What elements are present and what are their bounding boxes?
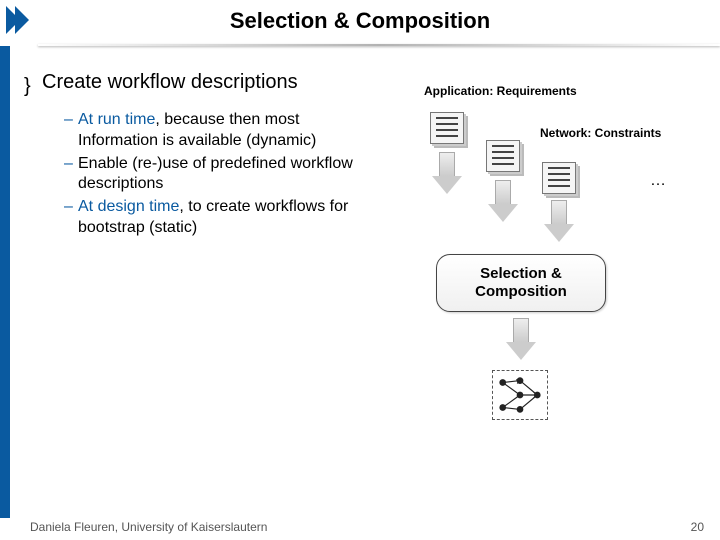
- divider: [38, 44, 720, 46]
- footer-author: Daniela Fleuren, University of Kaisersla…: [30, 520, 267, 534]
- down-arrow-icon: [488, 180, 518, 224]
- down-arrow-icon: [506, 318, 536, 362]
- brace-bullet-icon: }: [24, 75, 31, 98]
- slide-header: Selection & Composition: [0, 0, 720, 46]
- list-item: At design time, to create workflows for …: [64, 197, 374, 239]
- slide-title: Selection & Composition: [0, 8, 720, 34]
- document-icon: [486, 140, 520, 172]
- list-item: Enable (re-)use of predefined workflow d…: [64, 154, 374, 196]
- down-arrow-icon: [544, 200, 574, 244]
- list-item: At run time, because then most Informati…: [64, 110, 374, 152]
- diagram: Application: Requirements Network: Const…: [420, 84, 700, 98]
- main-heading: Create workflow descriptions: [42, 70, 374, 94]
- sub-list: At run time, because then most Informati…: [64, 110, 374, 239]
- page-number: 20: [691, 520, 704, 534]
- ellipsis-icon: …: [650, 172, 666, 190]
- document-icon: [542, 162, 576, 194]
- selection-composition-box: Selection & Composition: [436, 254, 606, 312]
- main-content: } Create workflow descriptions At run ti…: [34, 70, 374, 241]
- label-application: Application: Requirements: [424, 84, 700, 98]
- workflow-result-icon: [492, 370, 548, 420]
- label-network: Network: Constraints: [540, 126, 661, 140]
- down-arrow-icon: [432, 152, 462, 196]
- document-icon: [430, 112, 464, 144]
- side-accent-bar: [0, 46, 10, 518]
